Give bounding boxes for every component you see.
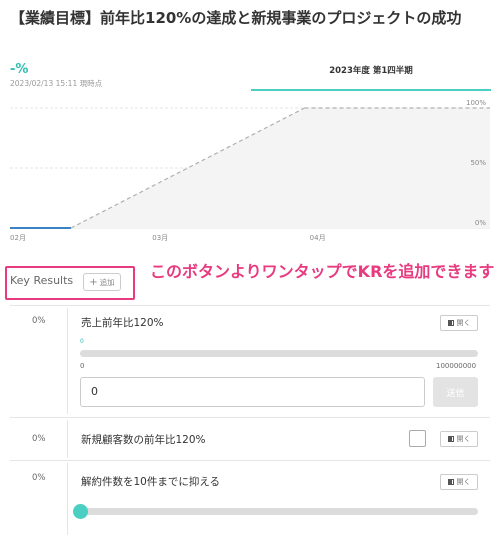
- kr-2-checkbox[interactable]: [409, 430, 426, 447]
- tab-quarter[interactable]: 2023年度 第1四半期: [251, 55, 491, 91]
- kr-3-percent: 0%: [32, 473, 46, 483]
- kr-3-toggle-button[interactable]: 開く: [440, 474, 478, 490]
- kr-1-submit-button[interactable]: 送信: [433, 377, 478, 407]
- progress-chart-svg: 0% 50% 100% 02月 03月 04月: [10, 99, 490, 242]
- annotation-callout: このボタンよりワンタップでKRを追加できます: [150, 262, 495, 281]
- chart-y-tick-label: 50%: [470, 159, 486, 167]
- chart-y-tick-label: 100%: [466, 99, 486, 107]
- objective-progress: -%: [10, 62, 29, 77]
- kr-1-current-marker: 0: [80, 338, 84, 345]
- kr-1-progress-track: [80, 350, 478, 357]
- kr-2-percent: 0%: [32, 434, 46, 444]
- kr-1-name: 売上前年比120%: [81, 317, 164, 329]
- chart-x-tick-label: 04月: [310, 234, 326, 242]
- kr-3-progress-track: [80, 508, 478, 515]
- row-divider: [10, 417, 490, 418]
- kr-3-toggle-label: 開く: [456, 478, 471, 486]
- kr-3-slider-thumb[interactable]: [73, 504, 88, 519]
- kr-2-divider: [67, 420, 68, 458]
- row-divider: [10, 305, 490, 306]
- kr-1-toggle-button[interactable]: 開く: [440, 315, 478, 331]
- objective-title: 【業績目標】前年比120%の達成と新規事業のプロジェクトの成功: [10, 9, 462, 27]
- chart-target-area: [70, 108, 490, 228]
- kr-1-value-input[interactable]: 0: [80, 377, 425, 407]
- panel-toggle-icon: [447, 320, 454, 326]
- kr-1-range-min: 0: [80, 362, 85, 370]
- kr-1-divider: [67, 308, 68, 414]
- row-divider: [10, 460, 490, 461]
- kr-1-percent: 0%: [32, 316, 46, 326]
- kr-2-toggle-label: 開く: [456, 435, 471, 443]
- chart-y-tick-label: 0%: [475, 219, 486, 227]
- kr-3-name: 解約件数を10件までに抑える: [81, 476, 221, 488]
- panel-toggle-icon: [447, 436, 454, 442]
- panel-toggle-icon: [447, 479, 454, 485]
- kr-2-name: 新規顧客数の前年比120%: [81, 434, 206, 446]
- chart-x-tick-label: 03月: [152, 234, 168, 242]
- chart-x-tick-label: 02月: [10, 234, 26, 242]
- kr-1-toggle-label: 開く: [456, 319, 471, 327]
- tab-quarter-label: 2023年度 第1四半期: [329, 66, 413, 76]
- kr-3-divider: [67, 463, 68, 535]
- kr-1-range-max: 100000000: [436, 362, 477, 370]
- objective-timestamp: 2023/02/13 15:11 現時点: [10, 79, 103, 88]
- kr-2-toggle-button[interactable]: 開く: [440, 431, 478, 447]
- add-button-highlight: [5, 266, 135, 300]
- progress-chart: 0% 50% 100% 02月 03月 04月: [0, 96, 500, 246]
